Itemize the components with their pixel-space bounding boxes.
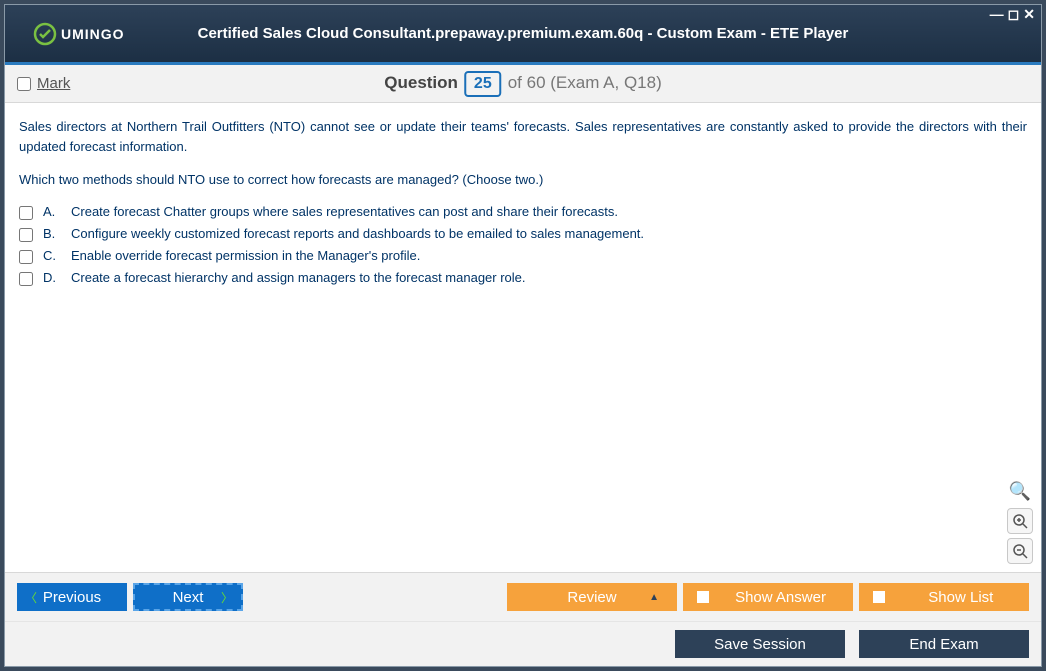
- show-list-button[interactable]: Show List: [859, 583, 1029, 611]
- triangle-up-icon: ▲: [649, 592, 659, 603]
- logo-check-icon: [33, 22, 57, 46]
- question-label: Question: [384, 73, 458, 93]
- footer-nav: 〈 Previous Next 〉 Review ▲ Show Answer S…: [5, 572, 1041, 621]
- mark-label: Mark: [37, 75, 70, 92]
- footer-session: Save Session End Exam: [5, 621, 1041, 666]
- window-controls: — ◻ ✕: [990, 7, 1035, 21]
- options-list: A. Create forecast Chatter groups where …: [19, 204, 1027, 286]
- window-title: Certified Sales Cloud Consultant.prepawa…: [198, 25, 849, 42]
- square-icon: [873, 591, 885, 603]
- option-c-letter: C.: [43, 248, 61, 263]
- logo-text: UMINGO: [61, 26, 125, 42]
- review-label: Review: [567, 589, 616, 606]
- option-d-checkbox[interactable]: [19, 272, 33, 286]
- mark-checkbox[interactable]: [17, 77, 31, 91]
- show-list-label: Show List: [928, 589, 993, 606]
- option-b[interactable]: B. Configure weekly customized forecast …: [19, 226, 1027, 242]
- option-b-text: Configure weekly customized forecast rep…: [71, 226, 644, 241]
- question-total: of 60 (Exam A, Q18): [508, 73, 662, 93]
- question-indicator: Question 25 of 60 (Exam A, Q18): [384, 71, 661, 97]
- previous-button[interactable]: 〈 Previous: [17, 583, 127, 611]
- end-exam-button[interactable]: End Exam: [859, 630, 1029, 658]
- close-icon[interactable]: ✕: [1023, 7, 1035, 21]
- option-c-checkbox[interactable]: [19, 250, 33, 264]
- save-session-button[interactable]: Save Session: [675, 630, 845, 658]
- show-answer-button[interactable]: Show Answer: [683, 583, 853, 611]
- question-bar: Mark Question 25 of 60 (Exam A, Q18): [5, 65, 1041, 103]
- question-number: 25: [464, 71, 502, 97]
- zoom-tools: 🔍: [1007, 478, 1033, 564]
- mark-toggle[interactable]: Mark: [17, 75, 70, 92]
- search-icon[interactable]: 🔍: [1007, 478, 1033, 504]
- chevron-right-icon: 〉: [221, 589, 233, 606]
- option-a-checkbox[interactable]: [19, 206, 33, 220]
- review-button[interactable]: Review ▲: [507, 583, 677, 611]
- option-a-letter: A.: [43, 204, 61, 219]
- square-icon: [697, 591, 709, 603]
- titlebar: UMINGO Certified Sales Cloud Consultant.…: [5, 5, 1041, 65]
- chevron-left-icon: 〈: [25, 589, 37, 606]
- content-area: Sales directors at Northern Trail Outfit…: [5, 103, 1041, 572]
- show-answer-label: Show Answer: [735, 589, 826, 606]
- option-a[interactable]: A. Create forecast Chatter groups where …: [19, 204, 1027, 220]
- minimize-icon[interactable]: —: [990, 7, 1004, 21]
- option-a-text: Create forecast Chatter groups where sal…: [71, 204, 618, 219]
- previous-label: Previous: [43, 589, 101, 606]
- option-c-text: Enable override forecast permission in t…: [71, 248, 420, 263]
- maximize-icon[interactable]: ◻: [1008, 7, 1020, 21]
- option-b-checkbox[interactable]: [19, 228, 33, 242]
- option-c[interactable]: C. Enable override forecast permission i…: [19, 248, 1027, 264]
- question-text-1: Sales directors at Northern Trail Outfit…: [19, 117, 1027, 156]
- next-label: Next: [173, 589, 204, 606]
- next-button[interactable]: Next 〉: [133, 583, 243, 611]
- option-d-text: Create a forecast hierarchy and assign m…: [71, 270, 526, 285]
- zoom-in-icon[interactable]: [1007, 508, 1033, 534]
- option-d[interactable]: D. Create a forecast hierarchy and assig…: [19, 270, 1027, 286]
- option-b-letter: B.: [43, 226, 61, 241]
- zoom-out-icon[interactable]: [1007, 538, 1033, 564]
- option-d-letter: D.: [43, 270, 61, 285]
- app-window: UMINGO Certified Sales Cloud Consultant.…: [4, 4, 1042, 667]
- logo: UMINGO: [33, 22, 125, 46]
- question-text-2: Which two methods should NTO use to corr…: [19, 170, 1027, 190]
